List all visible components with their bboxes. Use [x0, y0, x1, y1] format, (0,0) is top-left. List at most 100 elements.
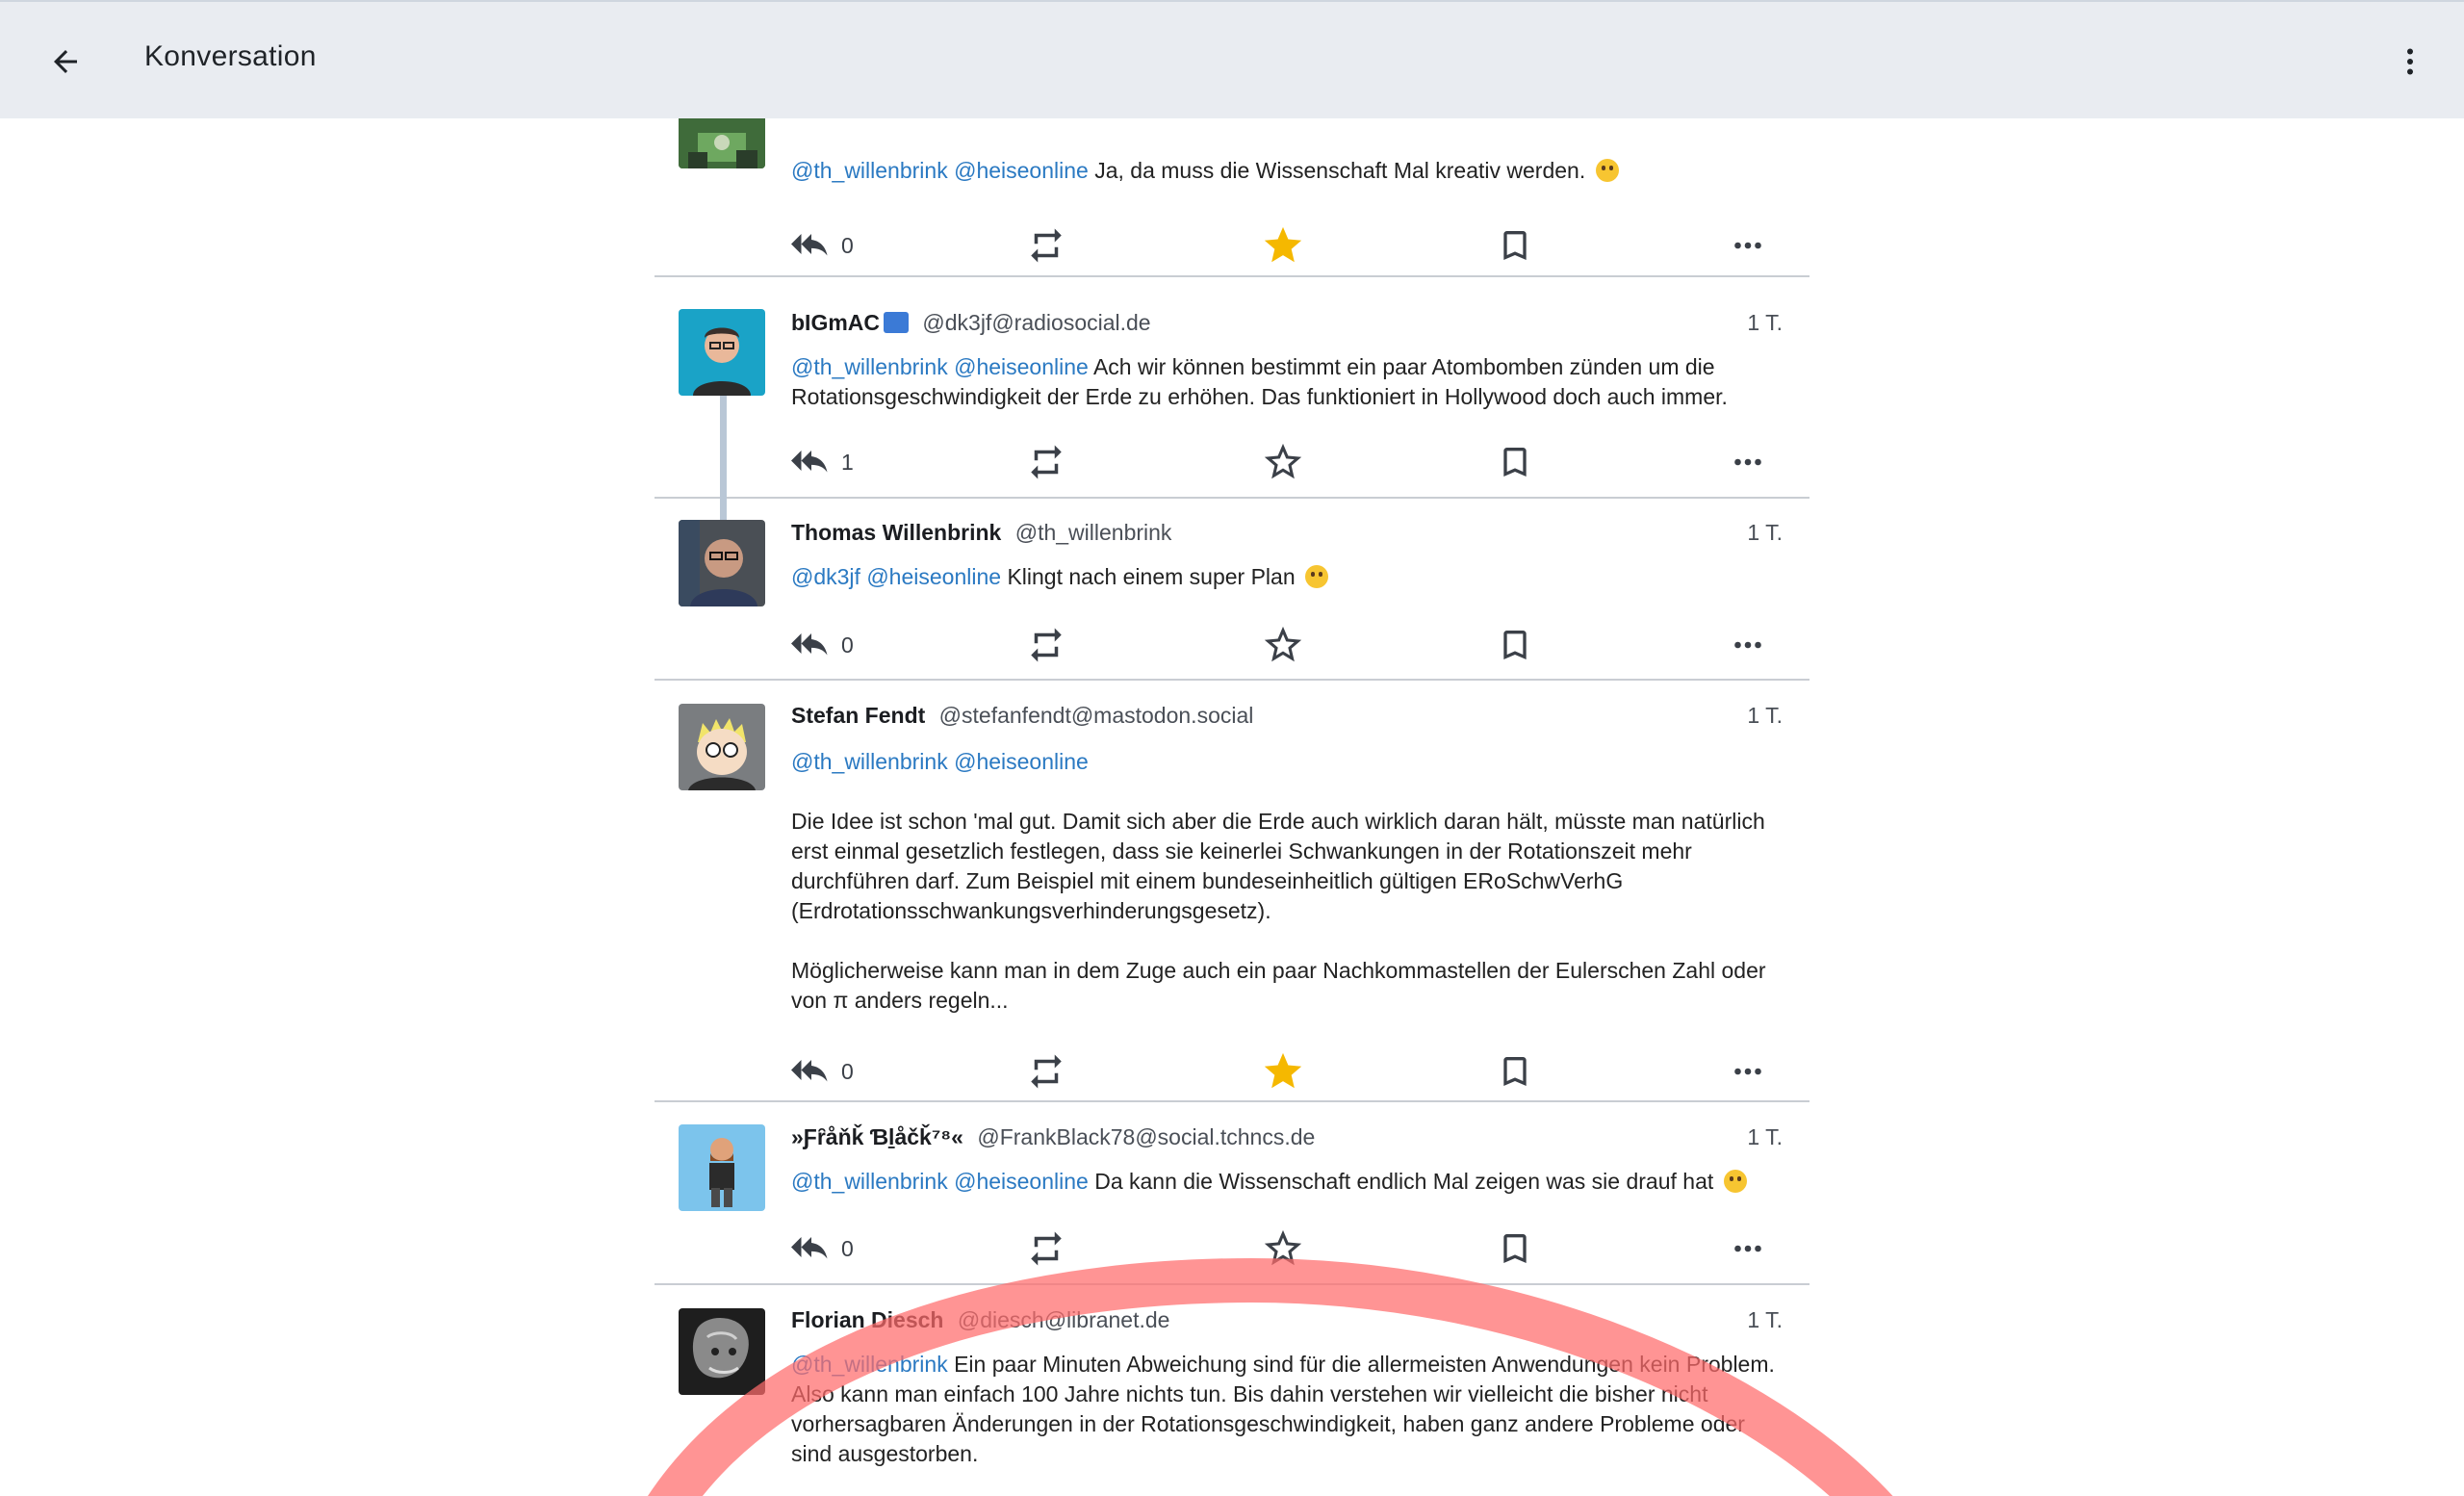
repeat-icon [1031, 1231, 1062, 1266]
display-name[interactable]: Florian Diesch [791, 1307, 943, 1332]
account-handle[interactable]: @FrankBlack78@social.tchncs.de [977, 1124, 1315, 1149]
reply-all-button[interactable]: 0 [791, 621, 854, 669]
avatar[interactable] [679, 704, 765, 790]
status-text: Klingt nach einem super Plan [1007, 564, 1296, 589]
bookmark-button[interactable] [1496, 438, 1534, 486]
mention-link[interactable]: @heiseonline [954, 1169, 1089, 1194]
mention-link[interactable]: @heiseonline [954, 749, 1089, 774]
favourite-button[interactable] [1261, 621, 1305, 669]
avatar[interactable] [679, 309, 765, 396]
repeat-icon [1031, 445, 1062, 479]
more-horiz-icon [1734, 1068, 1761, 1075]
reply-all-button[interactable]: 0 [791, 221, 854, 270]
overflow-menu-button[interactable] [2383, 35, 2437, 89]
repeat-icon [1031, 228, 1062, 263]
timestamp: 1 T. [1747, 1307, 1783, 1332]
display-name[interactable]: »Ƒȓåňǩ Ɓḻåčǩ⁷⁸« [791, 1124, 963, 1149]
reply-all-icon [791, 1060, 828, 1082]
bookmark-icon [1503, 1057, 1527, 1086]
bookmark-icon [1503, 231, 1527, 260]
bookmark-button[interactable] [1496, 1047, 1534, 1096]
mention-link[interactable]: @th_willenbrink [791, 1352, 948, 1377]
reply-all-button[interactable]: 1 [791, 438, 854, 486]
status-item[interactable]: Florian Diesch @diesch@libranet.de 1 T. … [654, 1285, 1810, 1496]
mention-link[interactable]: @heiseonline [954, 354, 1089, 379]
status-item[interactable]: Thomas Willenbrink @th_willenbrink 1 T. … [654, 499, 1810, 681]
status-actions: 1 [791, 438, 1802, 486]
favourite-button[interactable] [1261, 1047, 1305, 1096]
mention-link[interactable]: @dk3jf [791, 564, 860, 589]
favourite-button[interactable] [1261, 1225, 1305, 1273]
timestamp: 1 T. [1747, 1124, 1783, 1149]
status-paragraph: Möglicherweise kann man in dem Zuge auch… [791, 958, 1766, 1013]
favourite-button[interactable] [1261, 221, 1305, 270]
account-handle[interactable]: @th_willenbrink [1015, 520, 1172, 545]
status-content: @th_willenbrink @heiseonline Die Idee is… [791, 747, 1783, 1016]
boost-button[interactable] [1026, 1225, 1066, 1273]
mention-link[interactable]: @heiseonline [866, 564, 1001, 589]
avatar[interactable] [679, 520, 765, 606]
more-options-button[interactable] [1731, 1047, 1765, 1096]
reply-all-button[interactable]: 0 [791, 1225, 854, 1273]
mention-link[interactable]: @th_willenbrink [791, 158, 948, 183]
favourite-button[interactable] [1261, 438, 1305, 486]
timestamp: 1 T. [1747, 703, 1783, 728]
status-item[interactable]: bIGmAC @dk3jf@radiosocial.de 1 T. @th_wi… [654, 287, 1810, 499]
account-handle[interactable]: @diesch@libranet.de [958, 1307, 1170, 1332]
app-bar: Konversation [0, 0, 2464, 118]
boost-button[interactable] [1026, 221, 1066, 270]
bookmark-button[interactable] [1496, 621, 1534, 669]
more-horiz-icon [1734, 641, 1761, 649]
bookmark-button[interactable] [1496, 221, 1534, 270]
more-horiz-icon [1734, 1245, 1761, 1252]
mention-link[interactable]: @th_willenbrink [791, 354, 948, 379]
status-text: Ja, da muss die Wissenschaft Mal kreativ… [1094, 158, 1586, 183]
reply-all-button[interactable]: 0 [791, 1047, 854, 1096]
status-content: @th_willenbrink @heiseonline Da kann die… [791, 1167, 1783, 1197]
avatar[interactable] [679, 1308, 765, 1395]
status-actions: 0 [791, 1225, 1802, 1273]
more-options-button[interactable] [1731, 621, 1765, 669]
more-options-button[interactable] [1731, 221, 1765, 270]
star-outline-icon [1264, 626, 1302, 662]
emoji-wink-icon [1723, 1170, 1747, 1193]
reply-count: 0 [841, 1235, 854, 1261]
reply-all-icon [791, 451, 828, 473]
avatar[interactable] [679, 118, 765, 168]
avatar[interactable] [679, 1124, 765, 1211]
conversation-timeline[interactable]: @th_willenbrink @heiseonline Ja, da muss… [654, 118, 1810, 1496]
status-text: Da kann die Wissenschaft endlich Mal zei… [1094, 1169, 1714, 1194]
status-paragraph: Die Idee ist schon 'mal gut. Damit sich … [791, 809, 1765, 923]
status-item[interactable]: »Ƒȓåňǩ Ɓḻåčǩ⁷⁸« @FrankBlack78@social.tch… [654, 1102, 1810, 1285]
status-header: Thomas Willenbrink @th_willenbrink 1 T. [791, 520, 1783, 555]
star-filled-icon [1264, 226, 1302, 263]
back-button[interactable] [38, 35, 92, 89]
more-options-button[interactable] [1731, 438, 1765, 486]
status-item[interactable]: Stefan Fendt @stefanfendt@mastodon.socia… [654, 681, 1810, 1102]
display-name[interactable]: Stefan Fendt [791, 703, 925, 728]
bookmark-icon [1503, 448, 1527, 477]
more-horiz-icon [1734, 458, 1761, 466]
boost-button[interactable] [1026, 621, 1066, 669]
status-item[interactable]: @th_willenbrink @heiseonline Ja, da muss… [654, 118, 1810, 277]
mention-link[interactable]: @th_willenbrink [791, 749, 948, 774]
mention-link[interactable]: @th_willenbrink [791, 1169, 948, 1194]
star-outline-icon [1264, 1229, 1302, 1266]
boost-button[interactable] [1026, 1047, 1066, 1096]
account-handle[interactable]: @stefanfendt@mastodon.social [939, 703, 1254, 728]
repeat-icon [1031, 1054, 1062, 1089]
antenna-bars-icon [884, 312, 909, 333]
status-header: bIGmAC @dk3jf@radiosocial.de 1 T. [791, 310, 1783, 345]
thread-connector [720, 499, 727, 520]
mention-link[interactable]: @heiseonline [954, 158, 1089, 183]
account-handle[interactable]: @dk3jf@radiosocial.de [922, 310, 1150, 335]
boost-button[interactable] [1026, 438, 1066, 486]
display-name[interactable]: Thomas Willenbrink [791, 520, 1001, 545]
timestamp: 1 T. [1747, 310, 1783, 335]
reply-count: 0 [841, 632, 854, 658]
timestamp: 1 T. [1747, 520, 1783, 545]
more-options-button[interactable] [1731, 1225, 1765, 1273]
display-name[interactable]: bIGmAC [791, 310, 880, 335]
bookmark-button[interactable] [1496, 1225, 1534, 1273]
reply-all-icon [791, 1237, 828, 1259]
